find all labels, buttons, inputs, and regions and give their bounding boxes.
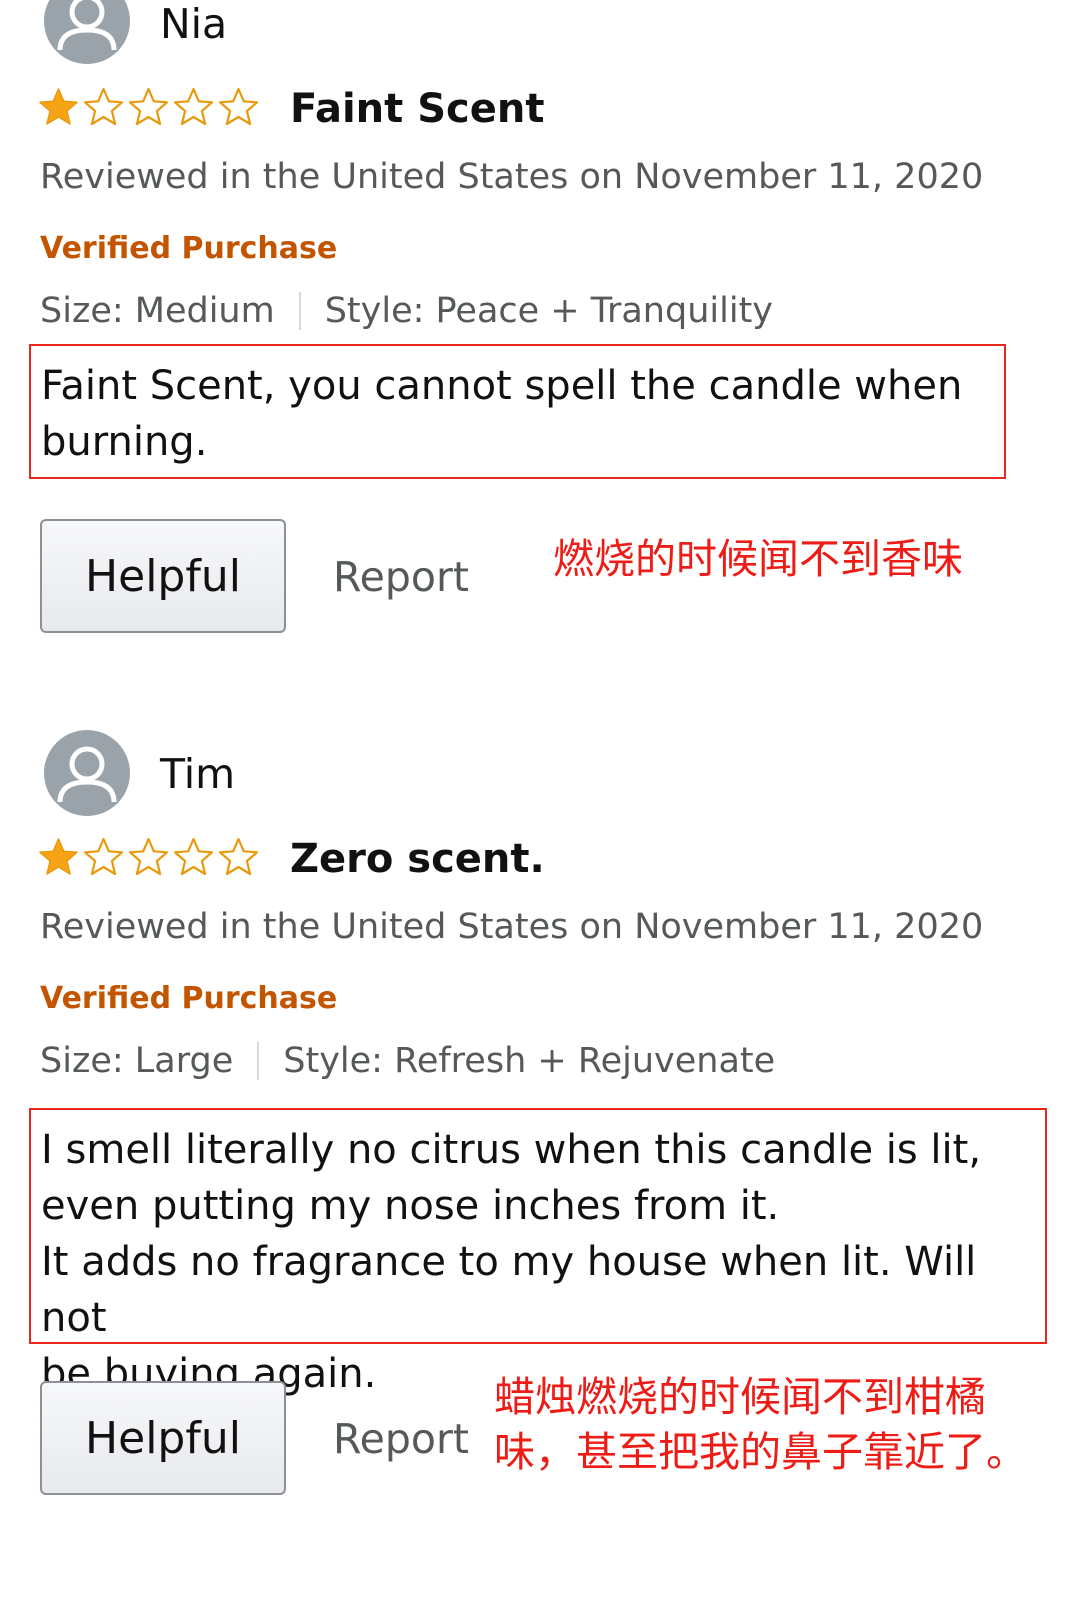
star-rating	[38, 87, 259, 127]
review-body-line: I smell literally no citrus when this ca…	[41, 1127, 982, 1173]
annotation-line: 味，甚至把我的鼻子靠近了。	[494, 1428, 1027, 1476]
star-empty-icon	[218, 87, 259, 126]
avatar-icon[interactable]	[44, 0, 130, 64]
star-empty-icon	[83, 87, 124, 126]
annotation-note: 蜡烛燃烧的时候闻不到柑橘 味，甚至把我的鼻子靠近了。	[494, 1370, 1027, 1480]
style-label[interactable]: Style: Peace + Tranquility	[325, 291, 773, 331]
star-filled-icon	[39, 838, 78, 875]
divider	[298, 292, 301, 330]
star-empty-icon	[173, 87, 214, 126]
reviewer-name[interactable]: Tim	[160, 750, 235, 798]
star-empty-icon	[128, 837, 169, 876]
verified-purchase-badge: Verified Purchase	[40, 231, 338, 266]
star-rating	[38, 837, 259, 877]
review-card: Nia Faint Scent Reviewed in the United S…	[0, 0, 1080, 660]
reviewer-name[interactable]: Nia	[160, 0, 227, 48]
review-card: Tim Zero scent. Reviewed in the United S…	[0, 730, 1080, 1560]
report-link[interactable]: Report	[333, 1415, 469, 1463]
review-body-line: It adds no fragrance to my house when li…	[41, 1239, 977, 1341]
star-filled-icon	[39, 88, 78, 125]
star-empty-icon	[83, 837, 124, 876]
star-empty-icon	[128, 87, 169, 126]
review-title[interactable]: Zero scent.	[290, 836, 545, 882]
helpful-button[interactable]: Helpful	[40, 1381, 286, 1495]
size-label: Size: Medium	[40, 291, 275, 331]
star-empty-icon	[218, 837, 259, 876]
review-body: Faint Scent, you cannot spell the candle…	[29, 344, 1006, 479]
annotation-note: 燃烧的时候闻不到香味	[553, 532, 963, 587]
avatar-icon[interactable]	[44, 730, 130, 816]
divider	[257, 1042, 260, 1080]
review-body: I smell literally no citrus when this ca…	[29, 1108, 1047, 1397]
review-date: Reviewed in the United States on Novembe…	[40, 907, 984, 947]
variation-info: Size: Medium Style: Peace + Tranquility	[40, 291, 773, 331]
annotation-line: 燃烧的时候闻不到香味	[553, 535, 963, 583]
helpful-button[interactable]: Helpful	[40, 519, 286, 633]
size-label: Size: Large	[40, 1041, 234, 1081]
review-body-line: Faint Scent, you cannot spell the candle…	[41, 363, 963, 409]
review-date: Reviewed in the United States on Novembe…	[40, 157, 984, 197]
report-link[interactable]: Report	[333, 553, 469, 601]
review-body-line: burning.	[41, 419, 208, 465]
verified-purchase-badge: Verified Purchase	[40, 981, 338, 1016]
annotation-line: 蜡烛燃烧的时候闻不到柑橘	[494, 1373, 986, 1421]
review-title[interactable]: Faint Scent	[290, 86, 544, 132]
style-label[interactable]: Style: Refresh + Rejuvenate	[283, 1041, 775, 1081]
review-body-line: even putting my nose inches from it.	[41, 1183, 780, 1229]
star-empty-icon	[173, 837, 214, 876]
variation-info: Size: Large Style: Refresh + Rejuvenate	[40, 1041, 775, 1081]
